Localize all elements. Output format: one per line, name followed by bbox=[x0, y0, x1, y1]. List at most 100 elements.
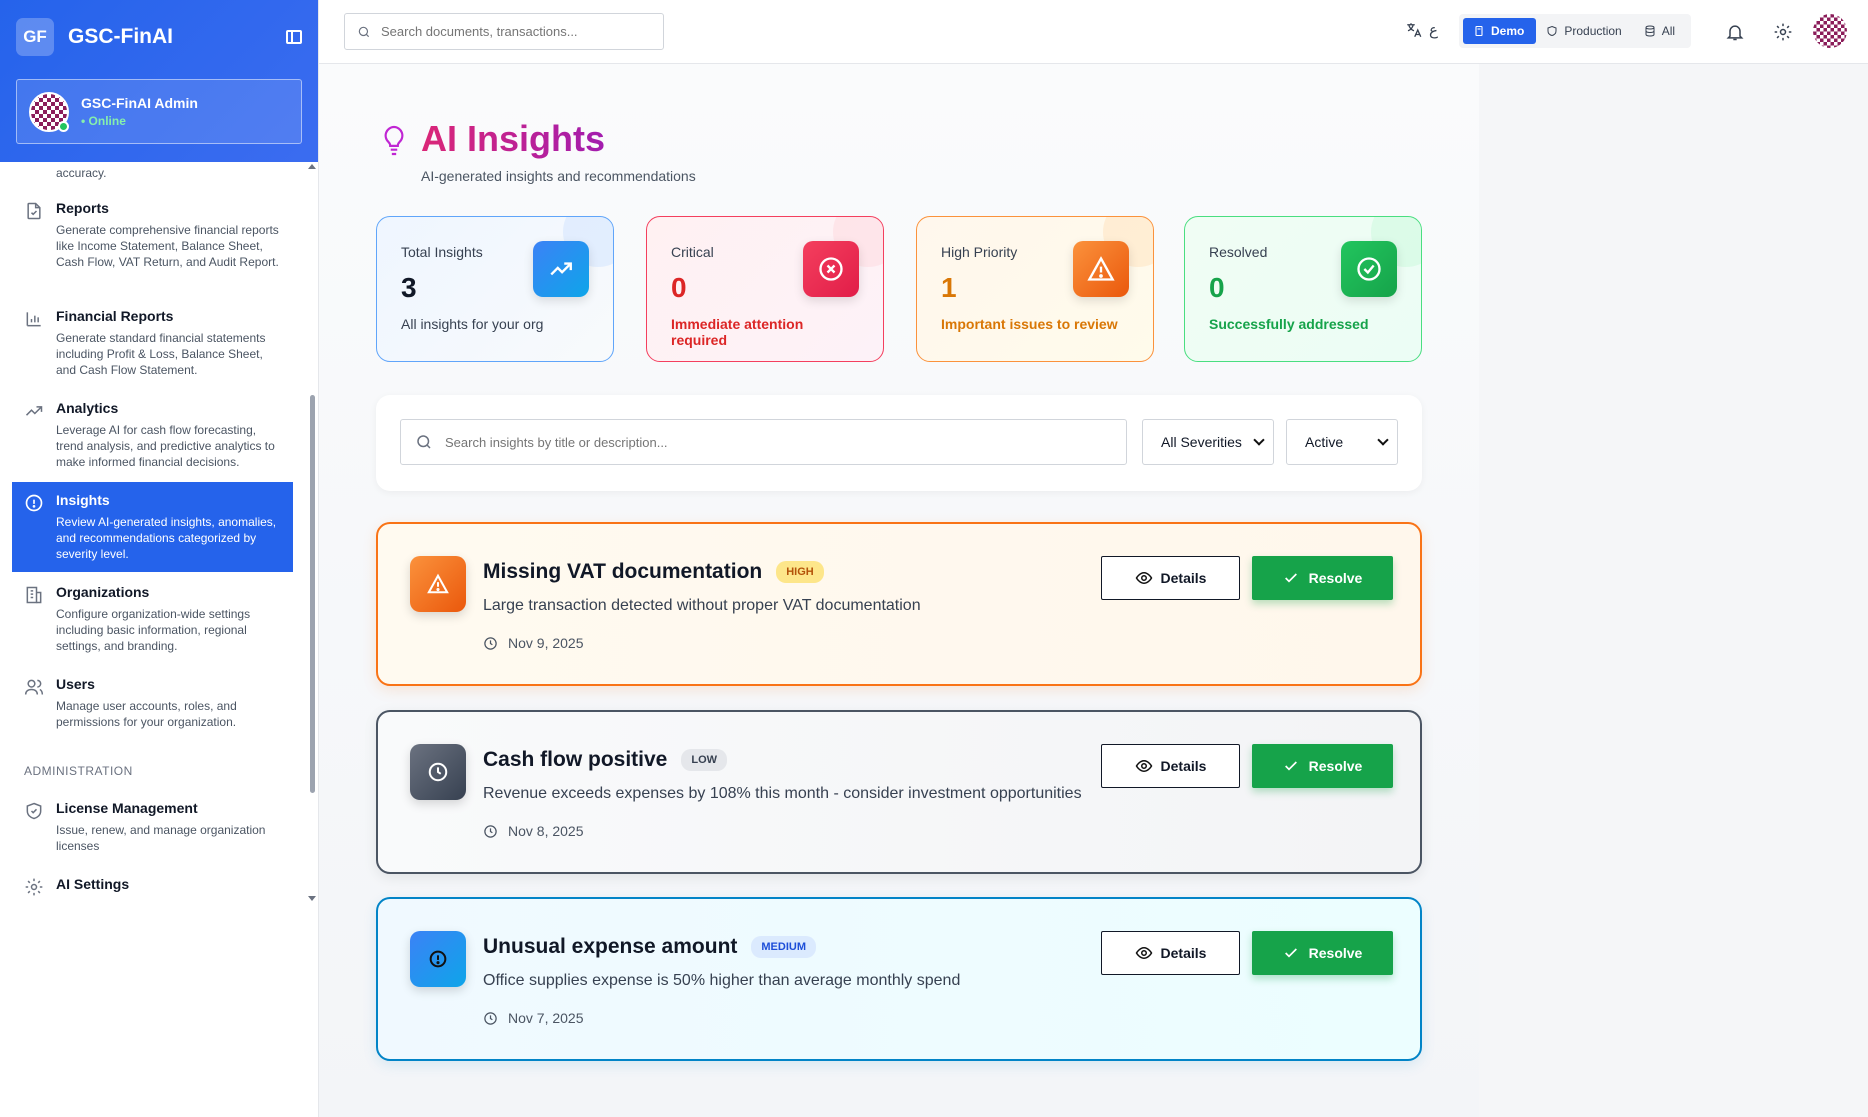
severity-badge: HIGH bbox=[776, 561, 824, 583]
sidebar-item-desc: Generate standard financial statements i… bbox=[56, 331, 266, 377]
insight-card-medium: Unusual expense amount MEDIUM Office sup… bbox=[376, 897, 1422, 1061]
page-title: AI Insights bbox=[421, 118, 606, 159]
insight-title: Unusual expense amount MEDIUM bbox=[483, 935, 816, 959]
sidebar-item-title: Analytics bbox=[56, 400, 119, 416]
details-button[interactable]: Details bbox=[1101, 744, 1240, 788]
insight-search[interactable] bbox=[400, 419, 1127, 465]
brand-logo: GF bbox=[16, 17, 54, 56]
sidebar-item-reports[interactable]: Reports Generate comprehensive financial … bbox=[12, 200, 293, 270]
sidebar-header: GF GSC-FinAI GSC-FinAI Admin • Online bbox=[0, 0, 318, 162]
env-all-label: All bbox=[1661, 24, 1676, 38]
user-card[interactable]: GSC-FinAI Admin • Online bbox=[16, 79, 302, 144]
eye-icon bbox=[1135, 946, 1152, 960]
resolve-button[interactable]: Resolve bbox=[1252, 931, 1393, 975]
user-status: • Online bbox=[81, 114, 126, 128]
sidebar-item-analytics[interactable]: Analytics Leverage AI for cash flow forec… bbox=[12, 400, 293, 470]
env-all-button[interactable]: All bbox=[1634, 18, 1687, 44]
insight-title: Missing VAT documentation HIGH bbox=[483, 560, 824, 584]
details-label: Details bbox=[1160, 758, 1207, 774]
sidebar: GF GSC-FinAI GSC-FinAI Admin • Online ac… bbox=[0, 0, 319, 1117]
alert-circle-icon bbox=[410, 931, 466, 987]
environment-switcher: Demo Production All bbox=[1459, 14, 1692, 48]
clock-icon bbox=[484, 1011, 497, 1025]
insight-date: Nov 8, 2025 bbox=[483, 823, 584, 839]
sidebar-item-title: License Management bbox=[56, 800, 198, 816]
insight-description: Office supplies expense is 50% higher th… bbox=[483, 972, 961, 989]
severity-select-value: All Severities bbox=[1161, 434, 1242, 450]
sidebar-item-organizations[interactable]: Organizations Configure organization-wide… bbox=[12, 584, 293, 654]
user-avatar[interactable] bbox=[1813, 14, 1847, 48]
stat-card-resolved: Resolved 0 Successfully addressed bbox=[1184, 216, 1422, 362]
sidebar-item-title: Reports bbox=[56, 200, 109, 216]
details-button[interactable]: Details bbox=[1101, 931, 1240, 975]
bar-chart-icon bbox=[26, 312, 41, 327]
brand: GF GSC-FinAI bbox=[16, 17, 302, 56]
check-icon bbox=[1284, 761, 1297, 771]
global-search[interactable] bbox=[344, 13, 664, 50]
clock-icon bbox=[484, 636, 497, 650]
eye-icon bbox=[1135, 759, 1152, 773]
avatar bbox=[29, 91, 69, 132]
sidebar-item-desc: Review AI-generated insights, anomalies,… bbox=[56, 515, 277, 561]
status-select-value: Active bbox=[1305, 434, 1344, 450]
stat-card-high-priority: High Priority 1 Important issues to revi… bbox=[916, 216, 1154, 362]
sidebar-item-ai-settings[interactable]: AI Settings bbox=[12, 876, 293, 897]
language-glyph: ع bbox=[1429, 22, 1438, 39]
main-content: AI Insights AI-generated insights and re… bbox=[319, 64, 1479, 1117]
sidebar-item-desc: Leverage AI for cash flow forecasting, t… bbox=[56, 423, 275, 469]
sidebar-item-title: Insights bbox=[56, 492, 110, 508]
sidebar-scrollbar[interactable] bbox=[310, 395, 315, 793]
sidebar-item-desc: Manage user accounts, roles, and permiss… bbox=[56, 699, 237, 729]
insight-card-high: Missing VAT documentation HIGH Large tra… bbox=[376, 522, 1422, 686]
sidebar-item-financial-reports[interactable]: Financial Reports Generate standard finan… bbox=[12, 308, 293, 378]
clock-icon bbox=[484, 824, 497, 838]
bell-icon[interactable] bbox=[1725, 22, 1745, 42]
online-status-dot bbox=[58, 120, 69, 132]
insight-date: Nov 7, 2025 bbox=[483, 1010, 584, 1026]
check-circle-icon bbox=[1341, 241, 1397, 297]
env-demo-button[interactable]: Demo bbox=[1463, 18, 1537, 44]
gear-icon bbox=[25, 878, 43, 896]
sidebar-item-desc: Configure organization-wide settings inc… bbox=[56, 607, 251, 653]
users-icon bbox=[24, 679, 44, 695]
resolve-button[interactable]: Resolve bbox=[1252, 556, 1393, 600]
sidebar-collapse-icon[interactable] bbox=[286, 29, 302, 44]
details-button[interactable]: Details bbox=[1101, 556, 1240, 600]
env-production-label: Production bbox=[1564, 24, 1622, 38]
gear-icon[interactable] bbox=[1773, 22, 1793, 42]
insight-title-text: Missing VAT documentation bbox=[483, 560, 763, 583]
severity-select[interactable]: All Severities bbox=[1142, 419, 1274, 465]
insight-date-text: Nov 8, 2025 bbox=[508, 823, 584, 839]
database-icon bbox=[1645, 25, 1655, 37]
chevron-down-icon bbox=[1377, 434, 1389, 446]
env-production-button[interactable]: Production bbox=[1536, 18, 1633, 44]
flask-icon bbox=[1475, 25, 1483, 37]
topbar: ع Demo Production All bbox=[319, 0, 1868, 64]
resolve-label: Resolve bbox=[1308, 758, 1363, 774]
sidebar-item-license-management[interactable]: License Management Issue, renew, and mana… bbox=[12, 800, 293, 854]
sidebar-item-desc: Issue, renew, and manage organization li… bbox=[56, 823, 266, 853]
resolve-label: Resolve bbox=[1308, 945, 1363, 961]
trending-up-icon bbox=[25, 406, 43, 416]
global-search-input[interactable] bbox=[381, 24, 641, 39]
sidebar-item-title: Financial Reports bbox=[56, 308, 174, 324]
user-name: GSC-FinAI Admin bbox=[81, 95, 198, 111]
stat-note: Important issues to review bbox=[941, 316, 1118, 332]
brand-name: GSC-FinAI bbox=[68, 24, 173, 48]
resolve-button[interactable]: Resolve bbox=[1252, 744, 1393, 788]
status-select[interactable]: Active bbox=[1286, 419, 1398, 465]
sidebar-item-insights[interactable]: Insights Review AI-generated insights, an… bbox=[12, 482, 293, 572]
insight-description: Revenue exceeds expenses by 108% this mo… bbox=[483, 785, 1082, 802]
translate-icon bbox=[1407, 23, 1422, 38]
sidebar-item-users[interactable]: Users Manage user accounts, roles, and pe… bbox=[12, 676, 293, 730]
stat-note: Successfully addressed bbox=[1209, 316, 1369, 332]
filter-card: All Severities Active bbox=[376, 395, 1422, 491]
warning-triangle-icon bbox=[410, 556, 466, 612]
sidebar-nav: accuracy. Reports Generate comprehensive … bbox=[0, 162, 310, 922]
language-switcher[interactable]: ع bbox=[1405, 21, 1438, 39]
insight-search-input[interactable] bbox=[445, 434, 1085, 450]
stat-card-critical: Critical 0 Immediate attention required bbox=[646, 216, 884, 362]
sidebar-item-title: AI Settings bbox=[56, 876, 130, 892]
insight-date-text: Nov 9, 2025 bbox=[508, 635, 584, 651]
insight-title-text: Unusual expense amount bbox=[483, 935, 738, 958]
